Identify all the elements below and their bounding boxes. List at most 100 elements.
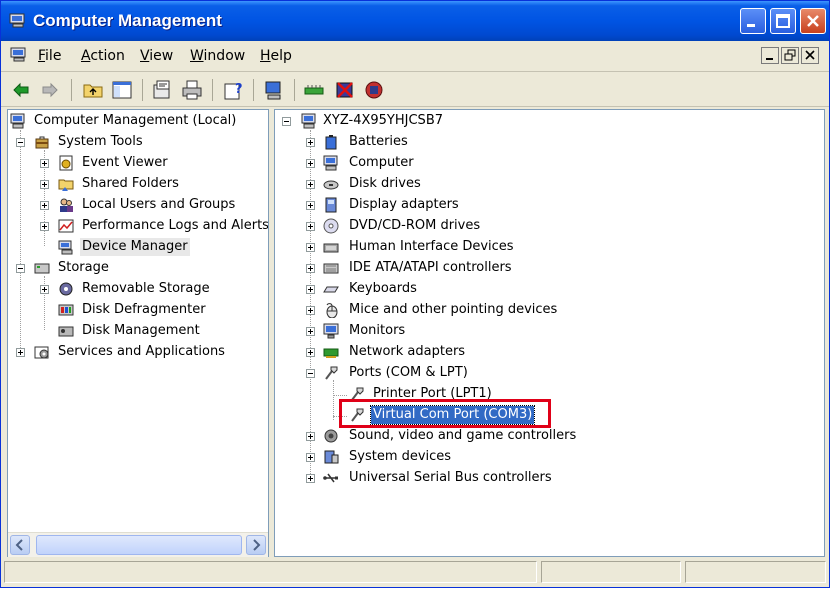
mdi-minimize-button[interactable] xyxy=(761,47,779,64)
mouse-icon xyxy=(326,303,338,318)
expand-toggle[interactable] xyxy=(306,327,315,336)
expand-toggle[interactable] xyxy=(40,180,49,189)
highlight-box xyxy=(339,399,551,428)
expand-toggle[interactable] xyxy=(306,138,315,147)
event-viewer-icon xyxy=(59,155,73,171)
expand-toggle[interactable] xyxy=(16,348,25,357)
show-hide-tree-icon[interactable] xyxy=(111,79,133,101)
horizontal-scrollbar[interactable] xyxy=(8,532,268,557)
expand-toggle[interactable] xyxy=(306,432,315,441)
expand-toggle[interactable] xyxy=(40,201,49,210)
expand-toggle[interactable] xyxy=(306,264,315,273)
title-bar[interactable]: Computer Management xyxy=(1,1,829,41)
restore-icon xyxy=(784,49,796,61)
expand-toggle[interactable] xyxy=(306,159,315,168)
expand-toggle[interactable] xyxy=(40,285,49,294)
menu-bar xyxy=(1,41,829,72)
computer-management-icon xyxy=(9,13,25,28)
close-icon xyxy=(805,50,815,60)
sound-icon xyxy=(324,429,338,443)
scroll-left-button[interactable] xyxy=(10,535,30,555)
ide-controller-icon xyxy=(323,263,339,274)
toolbox-icon xyxy=(35,136,49,149)
print-icon[interactable] xyxy=(181,79,203,101)
collapse-toggle[interactable] xyxy=(306,369,315,378)
status-cell-main xyxy=(4,561,537,583)
status-bar xyxy=(1,559,829,587)
toolbar-separator xyxy=(294,79,295,101)
performance-icon xyxy=(58,219,74,233)
expand-toggle[interactable] xyxy=(306,243,315,252)
menu-help[interactable]: Help xyxy=(260,48,292,64)
back-arrow-icon[interactable] xyxy=(10,79,32,101)
computer-management-window: Computer Management File Action View Win… xyxy=(0,0,830,588)
toolbar-separator xyxy=(142,79,143,101)
computer-management-icon xyxy=(10,113,25,129)
tree-line xyxy=(333,380,335,420)
disable-device-icon[interactable] xyxy=(334,79,356,101)
scan-hardware-icon[interactable] xyxy=(263,79,285,101)
toolbar-separator xyxy=(71,79,72,101)
update-driver-icon[interactable] xyxy=(303,79,325,101)
toolbar-separator xyxy=(212,79,213,101)
storage-icon xyxy=(34,263,50,274)
minimize-icon xyxy=(747,24,755,27)
menu-window[interactable]: Window xyxy=(190,48,245,64)
cdrom-icon xyxy=(323,218,339,234)
scroll-thumb[interactable] xyxy=(36,535,242,555)
svg-text:?: ? xyxy=(235,82,243,97)
tree-line xyxy=(20,130,22,356)
expand-toggle[interactable] xyxy=(306,306,315,315)
close-icon xyxy=(807,15,819,27)
uninstall-device-icon[interactable] xyxy=(363,79,385,101)
keyboard-icon xyxy=(323,286,339,293)
network-adapter-icon xyxy=(323,348,339,358)
services-icon xyxy=(34,346,49,359)
maximize-icon xyxy=(776,14,790,28)
console-tree-pane[interactable]: Computer Management (Local) System Tools… xyxy=(7,109,269,557)
menu-file[interactable]: File xyxy=(38,48,61,64)
expand-toggle[interactable] xyxy=(40,159,49,168)
mdi-close-button[interactable] xyxy=(801,47,819,64)
display-adapter-icon xyxy=(325,197,337,213)
collapse-toggle[interactable] xyxy=(16,264,25,273)
chevron-left-icon xyxy=(15,539,23,551)
minimize-button[interactable] xyxy=(740,8,766,34)
expand-toggle[interactable] xyxy=(306,201,315,210)
device-tree-pane[interactable]: XYZ-4X95YHJCSB7 Batteries Computer Disk … xyxy=(274,109,825,557)
help-icon[interactable]: ? xyxy=(222,79,244,101)
monitor-icon xyxy=(323,323,339,339)
disk-drive-icon xyxy=(323,180,339,190)
computer-management-icon[interactable] xyxy=(10,47,28,63)
close-button[interactable] xyxy=(800,8,826,34)
maximize-button[interactable] xyxy=(770,8,796,34)
collapse-toggle[interactable] xyxy=(16,138,25,147)
menu-view[interactable]: View xyxy=(140,48,173,64)
expand-toggle[interactable] xyxy=(40,222,49,231)
status-cell xyxy=(685,561,826,583)
hid-icon xyxy=(323,243,339,253)
minimize-icon xyxy=(766,58,773,60)
properties-icon[interactable] xyxy=(151,79,173,101)
defrag-icon xyxy=(58,304,74,316)
expand-toggle[interactable] xyxy=(306,453,315,462)
expand-toggle[interactable] xyxy=(306,348,315,357)
expand-toggle[interactable] xyxy=(306,474,315,483)
battery-icon xyxy=(325,135,337,150)
forward-arrow-icon[interactable] xyxy=(39,79,61,101)
expand-toggle[interactable] xyxy=(306,180,315,189)
shared-folder-icon xyxy=(58,179,74,191)
tree-line xyxy=(333,395,347,397)
toolbar-separator xyxy=(253,79,254,101)
usb-icon xyxy=(323,473,338,483)
mdi-restore-button[interactable] xyxy=(781,47,799,64)
expand-toggle[interactable] xyxy=(306,222,315,231)
scroll-right-button[interactable] xyxy=(246,535,266,555)
chevron-right-icon xyxy=(253,539,261,551)
up-folder-icon[interactable] xyxy=(82,79,104,101)
collapse-toggle[interactable] xyxy=(282,117,291,126)
menu-action[interactable]: Action xyxy=(81,48,125,64)
expand-toggle[interactable] xyxy=(306,285,315,294)
system-device-icon xyxy=(324,450,339,464)
disk-management-icon xyxy=(58,326,74,337)
